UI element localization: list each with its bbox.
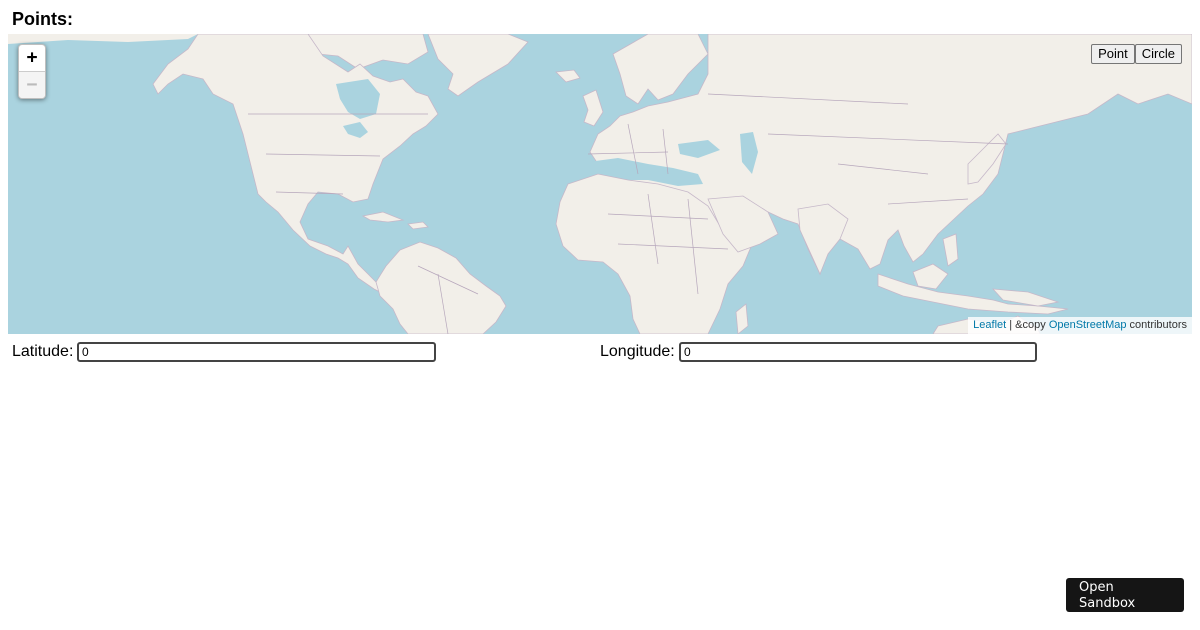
map-tiles	[8, 34, 1192, 334]
longitude-label: Longitude:	[600, 343, 675, 360]
draw-toolbar: Point Circle	[1091, 44, 1182, 64]
latitude-input[interactable]	[77, 342, 436, 362]
landmass-philippines	[942, 233, 959, 267]
landmass-uk	[582, 89, 604, 127]
zoom-out-button[interactable]: −	[19, 72, 45, 98]
arctic-ice	[8, 34, 198, 44]
landmass-indonesia	[877, 273, 1069, 315]
landmass-greenland	[427, 34, 529, 97]
map-attribution: Leaflet | &copy OpenStreetMap contributo…	[968, 317, 1192, 334]
landmass-borneo	[912, 263, 949, 290]
point-button[interactable]: Point	[1091, 44, 1135, 64]
landmass-hispaniola	[407, 221, 429, 230]
page-title: Points:	[12, 9, 73, 29]
landmass-madagascar	[735, 303, 749, 334]
world-map[interactable]: + − Point Circle Leaflet | &copy OpenStr…	[8, 34, 1192, 334]
zoom-control: + −	[18, 44, 46, 99]
latitude-label: Latitude:	[12, 343, 74, 360]
landmass-scandinavia	[612, 34, 709, 105]
longitude-input[interactable]	[679, 342, 1037, 362]
attribution-suffix: contributors	[1126, 319, 1187, 331]
attribution-separator: | &copy	[1006, 319, 1049, 331]
circle-button[interactable]: Circle	[1134, 44, 1182, 64]
osm-link[interactable]: OpenStreetMap	[1049, 319, 1127, 331]
landmass-south-america	[375, 241, 507, 334]
landmass-iceland	[555, 69, 581, 83]
open-sandbox-button[interactable]: Open Sandbox	[1066, 578, 1184, 612]
zoom-in-button[interactable]: +	[19, 45, 45, 72]
leaflet-link[interactable]: Leaflet	[973, 319, 1006, 331]
landmass-cuba	[361, 211, 405, 223]
